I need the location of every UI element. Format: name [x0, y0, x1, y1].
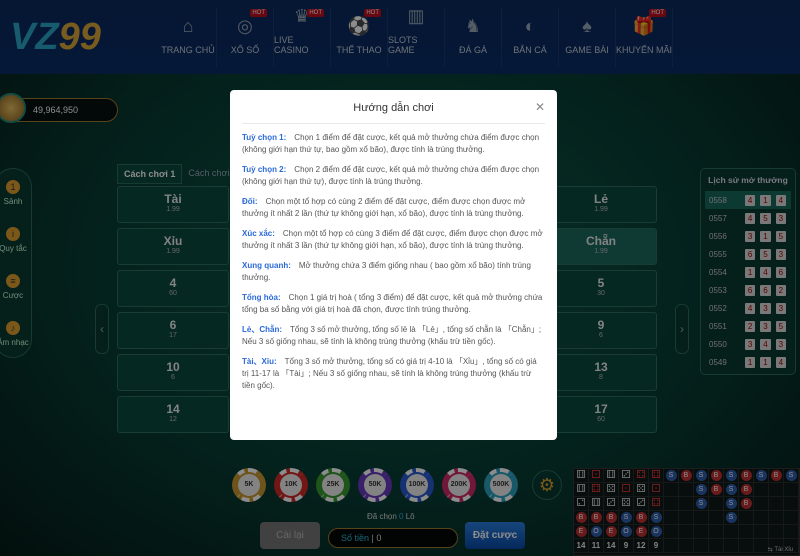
rule-item: Tuỳ chọn 1: Chọn 1 điểm để đặt cược, kết …: [242, 132, 545, 156]
rule-text: Chọn 1 giá trị hoà ( tổng 3 điểm) để đặt…: [242, 293, 543, 314]
rule-item: Lẻ、Chẵn: Tổng 3 số mở thưởng, tổng số lẻ …: [242, 324, 545, 348]
rule-item: Xung quanh: Mở thưởng chứa 3 điểm giống n…: [242, 260, 545, 284]
rule-text: Chọn 1 điểm để đặt cược, kết quả mở thưở…: [242, 133, 540, 154]
rule-item: Đối: Chọn một tổ hợp có cùng 2 điểm để đặ…: [242, 196, 545, 220]
rule-text: Tổng 3 số mở thưởng, tổng số lẻ là 「Lẻ」,…: [242, 325, 542, 346]
rule-item: Xúc xắc: Chọn một tổ hợp có cùng 3 điểm đ…: [242, 228, 545, 252]
close-icon[interactable]: ✕: [535, 100, 545, 114]
rule-item: Tuỳ chọn 2: Chọn 2 điểm để đặt cược, kết …: [242, 164, 545, 188]
rules-modal: Hướng dẫn chơi ✕ Tuỳ chọn 1: Chọn 1 điểm …: [230, 90, 557, 440]
rule-term: Đối:: [242, 197, 258, 206]
rule-text: Chọn một tổ hợp có cùng 2 điểm để đặt cư…: [242, 197, 526, 218]
rule-term: Xung quanh:: [242, 261, 291, 270]
rule-term: Tài、Xỉu:: [242, 357, 277, 366]
rule-term: Xúc xắc:: [242, 229, 275, 238]
rule-term: Tuỳ chọn 1:: [242, 133, 287, 142]
rule-item: Tài、Xỉu: Tổng 3 số mở thưởng, tổng số có …: [242, 356, 545, 392]
rule-text: Chọn một tổ hợp có cùng 3 điểm để đặt cư…: [242, 229, 543, 250]
rule-text: Tổng 3 số mở thưởng, tổng số có giá trị …: [242, 357, 537, 390]
rule-item: Tổng hòa: Chọn 1 giá trị hoà ( tổng 3 điể…: [242, 292, 545, 316]
rule-term: Tổng hòa:: [242, 293, 281, 302]
rule-term: Lẻ、Chẵn:: [242, 325, 282, 334]
modal-title: Hướng dẫn chơi: [242, 90, 545, 124]
rule-term: Tuỳ chọn 2:: [242, 165, 287, 174]
rule-text: Chọn 2 điểm để đặt cược, kết quả mở thưở…: [242, 165, 540, 186]
